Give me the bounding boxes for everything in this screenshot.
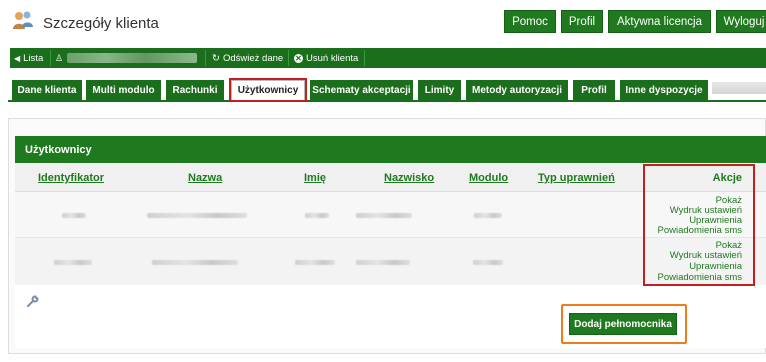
profile-button[interactable]: Profil: [561, 10, 603, 33]
redacted-modulo: [474, 213, 502, 218]
refresh-data-button[interactable]: ↻ Odśwież dane: [212, 50, 283, 66]
tab-multi-modulo[interactable]: Multi modulo: [86, 80, 161, 100]
tab-profil[interactable]: Profil: [573, 80, 615, 100]
tab-limity[interactable]: Limity: [418, 80, 461, 100]
back-to-list-button[interactable]: ◀ Lista: [14, 50, 43, 66]
wrench-icon[interactable]: [26, 294, 40, 308]
client-name-redacted: [67, 53, 198, 63]
redacted-name: [147, 213, 247, 218]
delete-client-button[interactable]: ✕ Usuń klienta: [294, 50, 358, 66]
page-title: Szczegóły klienta: [43, 15, 159, 32]
column-header-imie[interactable]: Imię: [304, 172, 326, 184]
close-circle-icon: ✕: [294, 53, 303, 63]
redacted-last-name: [356, 260, 410, 265]
redacted-name: [152, 260, 238, 265]
client-id-field: ♙: [55, 50, 198, 66]
redacted-first-name: [295, 260, 335, 265]
tab-metody-autoryzacji[interactable]: Metody autoryzacji: [466, 80, 568, 100]
tab-rachunki[interactable]: Rachunki: [166, 80, 224, 100]
redacted-identifier: [54, 260, 92, 265]
logout-button[interactable]: Wyloguj: [716, 10, 766, 33]
redacted-first-name: [305, 213, 329, 218]
tab-schematy-akceptacji[interactable]: Schematy akceptacji: [310, 80, 413, 100]
column-header-nazwisko[interactable]: Nazwisko: [384, 172, 434, 184]
license-button[interactable]: Aktywna licencja: [608, 10, 711, 33]
toolbar-divider: [205, 50, 206, 66]
help-button[interactable]: Pomoc: [504, 10, 556, 33]
tab-inne-dyspozycje[interactable]: Inne dyspozycje: [620, 80, 708, 100]
toolbar-divider: [288, 50, 289, 66]
chevron-left-icon: ◀: [14, 53, 21, 63]
redacted-last-name: [356, 213, 412, 218]
tabbar-baseline: [8, 100, 766, 102]
tab-dane-klienta[interactable]: Dane klienta: [12, 80, 82, 100]
column-header-identyfikator[interactable]: Identyfikator: [38, 172, 104, 184]
active-tab-highlight: [229, 78, 307, 102]
actions-column-highlight: [643, 164, 755, 286]
column-header-typ-uprawnien[interactable]: Typ uprawnień: [538, 172, 615, 184]
column-header-nazwa[interactable]: Nazwa: [188, 172, 222, 184]
tabbar-filler: [712, 82, 766, 94]
refresh-icon: ↻: [212, 52, 220, 64]
redacted-modulo: [473, 260, 503, 265]
users-section-title: Użytkownicy: [15, 136, 766, 163]
column-header-modulo[interactable]: Modulo: [469, 172, 508, 184]
redacted-identifier: [62, 213, 86, 218]
toolbar-divider: [50, 50, 51, 66]
users-icon: [13, 11, 33, 29]
add-proxy-button[interactable]: Dodaj pełnomocnika: [569, 313, 677, 335]
toolbar-divider: [364, 50, 365, 66]
person-icon: ♙: [55, 52, 64, 63]
